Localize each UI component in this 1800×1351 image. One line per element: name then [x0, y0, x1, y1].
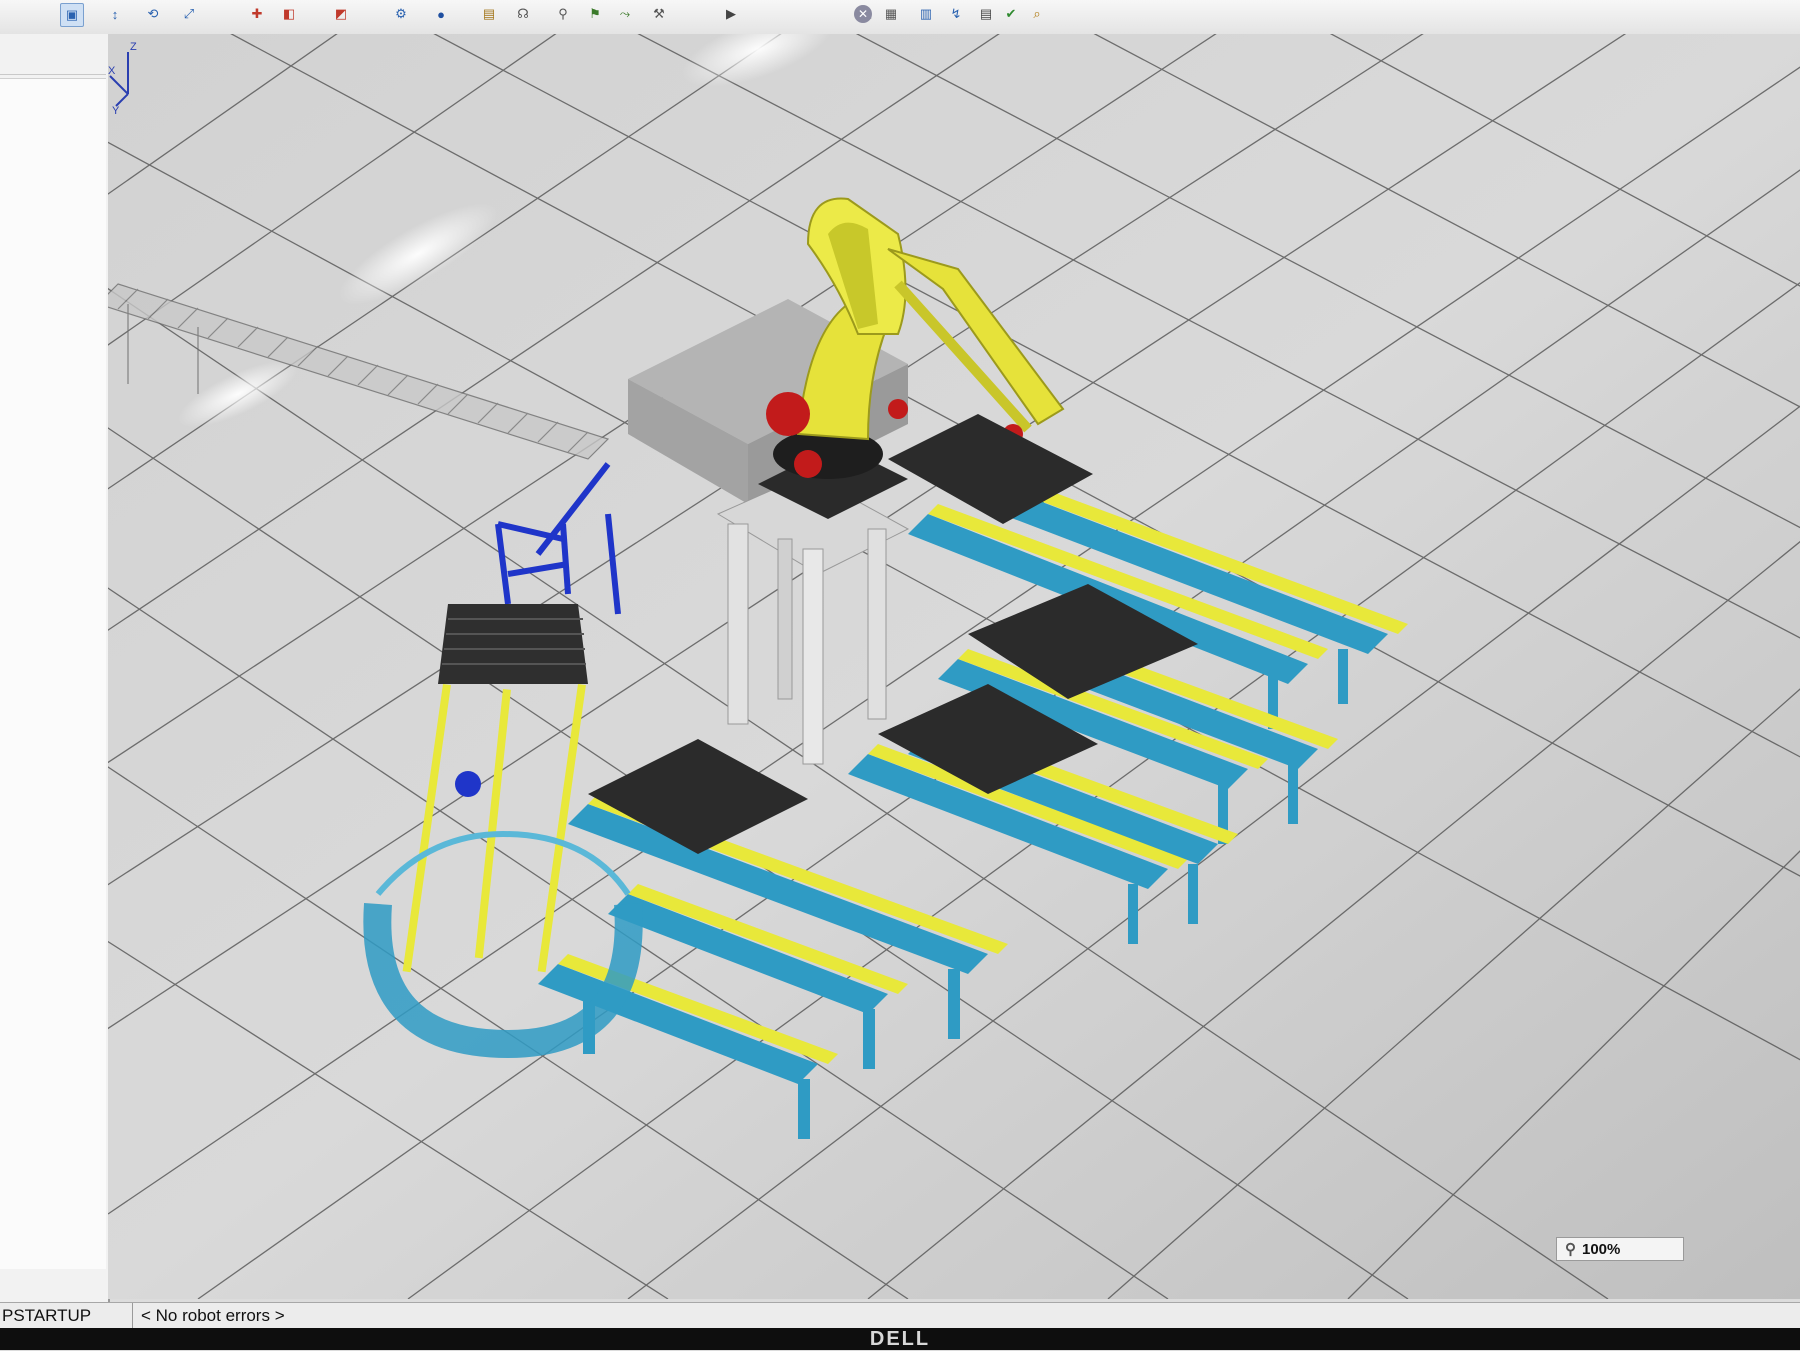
- settings-icon[interactable]: ⚒: [648, 3, 670, 25]
- robot-icon[interactable]: ⚙: [390, 3, 412, 25]
- grid-icon[interactable]: ▤: [975, 3, 997, 25]
- axis-y-label: Y: [112, 105, 120, 114]
- teach-icon[interactable]: ◧: [278, 3, 300, 25]
- layout-icon[interactable]: ⤳: [614, 3, 636, 25]
- axis-triad: Z X Y: [108, 41, 137, 114]
- select-icon[interactable]: ▣: [60, 3, 84, 27]
- rotate-icon[interactable]: ⟲: [142, 3, 164, 25]
- cell-browser-tree[interactable]: [0, 78, 106, 1269]
- path-icon[interactable]: ↯: [945, 3, 967, 25]
- screen: ▣ ↕ ⟲ ⤢ ✚ ◧ ◩ ⚙ ● ▤ ☊ ⚲ ⚑ ⤳ ⚒ ▶ ◼ ✕ ▦ ▥ …: [0, 0, 1800, 1350]
- axis-z-label: Z: [130, 41, 137, 53]
- monitor-bezel: DELL: [0, 1328, 1800, 1350]
- check-icon[interactable]: ✔: [1000, 3, 1022, 25]
- tool-icon[interactable]: ☊: [512, 3, 534, 25]
- monitor-brand-logo: DELL: [869, 1327, 931, 1350]
- status-mode: PSTARTUP: [0, 1303, 133, 1329]
- record-icon[interactable]: ✚: [246, 3, 268, 25]
- pause-icon[interactable]: ▤: [478, 3, 500, 25]
- cell-icon[interactable]: ▥: [915, 3, 937, 25]
- status-message: < No robot errors >: [141, 1306, 285, 1325]
- frame-icon[interactable]: ◩: [330, 3, 352, 25]
- zoom-label: 100%: [1582, 1240, 1621, 1258]
- close-icon[interactable]: ✕: [854, 5, 872, 23]
- move-icon[interactable]: ↕: [104, 3, 126, 25]
- search-icon[interactable]: ⌕: [1026, 3, 1048, 25]
- zoom-icon[interactable]: ⤢: [178, 3, 200, 25]
- zoom-indicator[interactable]: ⚲ 100%: [1556, 1237, 1684, 1261]
- zoom-icon: ⚲: [1565, 1241, 1576, 1258]
- 3d-viewport[interactable]: Z X Y: [108, 34, 1800, 1299]
- camera-icon[interactable]: ⚑: [584, 3, 606, 25]
- workcell-scene: [108, 34, 1800, 1299]
- main-toolbar: ▣ ↕ ⟲ ⤢ ✚ ◧ ◩ ⚙ ● ▤ ☊ ⚲ ⚑ ⤳ ⚒ ▶ ◼ ✕ ▦ ▥ …: [0, 0, 1800, 35]
- play-icon[interactable]: ▶: [720, 3, 742, 25]
- run-icon[interactable]: ●: [430, 3, 452, 25]
- cell-browser-panel: [0, 34, 110, 1324]
- measure-icon[interactable]: ⚲: [552, 3, 574, 25]
- status-bar: PSTARTUP < No robot errors >: [0, 1302, 1800, 1329]
- panel-divider: [0, 74, 106, 75]
- film-icon[interactable]: ▦: [880, 3, 902, 25]
- axis-x-label: X: [108, 65, 116, 77]
